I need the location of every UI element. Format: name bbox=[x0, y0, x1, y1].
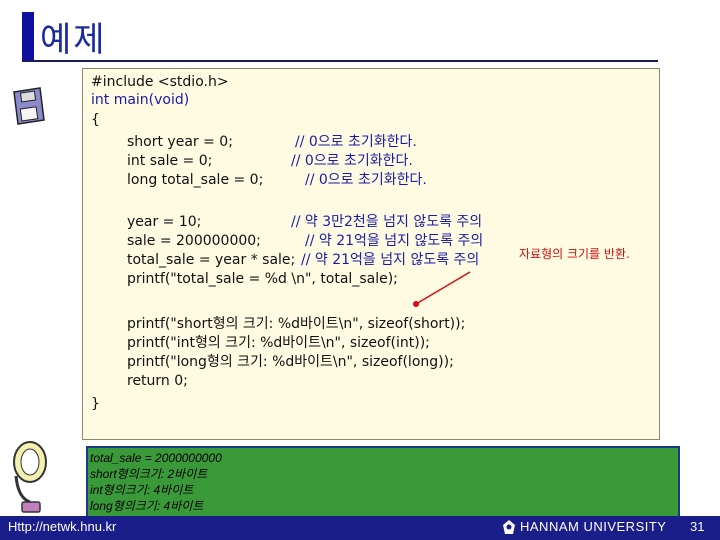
code-comment: // 약 21억을 넘지 않도록 주의 bbox=[301, 252, 480, 268]
output-line: total_sale = 2000000000 bbox=[90, 451, 222, 465]
code-comment: // 0으로 초기화한다. bbox=[291, 153, 413, 169]
output-line: short형의크기: 2바이트 bbox=[90, 467, 208, 481]
output-line: long형의크기: 4바이트 bbox=[90, 499, 204, 513]
code-line: #include <stdio.h> bbox=[91, 74, 229, 90]
code-line: short year = 0; bbox=[127, 134, 233, 150]
slide-title: 예제 bbox=[40, 20, 107, 60]
code-panel: #include <stdio.h> int main(void) { shor… bbox=[82, 68, 660, 440]
code-comment: // 0으로 초기화한다. bbox=[305, 172, 427, 188]
title-underline bbox=[22, 60, 658, 62]
code-line: } bbox=[91, 396, 100, 412]
code-comment: // 약 3만2천을 넘지 않도록 주의 bbox=[291, 214, 483, 230]
annotation-text: 자료형의 크기를 반환. bbox=[519, 247, 630, 261]
code-line: long total_sale = 0; bbox=[127, 172, 264, 188]
code-line: printf("short형의 크기: %d바이트\n", sizeof(sho… bbox=[127, 316, 466, 332]
code-line: int sale = 0; bbox=[127, 153, 213, 169]
page-number: 31 bbox=[690, 519, 705, 534]
desk-lamp-icon bbox=[13, 441, 47, 513]
code-line: sale = 200000000; bbox=[127, 233, 261, 249]
footer-url: Http://netwk.hnu.kr bbox=[8, 519, 117, 534]
code-line: printf("int형의 크기: %d바이트\n", sizeof(int))… bbox=[127, 335, 430, 351]
code-line: int main(void) bbox=[91, 92, 190, 108]
code-line: year = 10; bbox=[127, 214, 202, 230]
footer-university: HANNAM UNIVERSITY bbox=[520, 519, 667, 534]
code-line: { bbox=[91, 112, 100, 128]
output-line: int형의크기: 4바이트 bbox=[90, 483, 194, 497]
code-comment: // 0으로 초기화한다. bbox=[295, 134, 417, 150]
title-accent-bar bbox=[22, 12, 34, 60]
code-line: printf("long형의 크기: %d바이트\n", sizeof(long… bbox=[127, 354, 454, 370]
console-output-panel: total_sale = 2000000000 short형의크기: 2바이트 … bbox=[86, 446, 680, 522]
code-line: printf("total_sale = %d \n", total_sale)… bbox=[127, 271, 398, 287]
code-line: return 0; bbox=[127, 373, 188, 389]
floppy-disk-icon bbox=[13, 87, 45, 125]
university-logo-icon bbox=[503, 520, 515, 534]
code-line: total_sale = year * sale; bbox=[127, 252, 296, 268]
code-comment: // 약 21억을 넘지 않도록 주의 bbox=[305, 233, 484, 249]
